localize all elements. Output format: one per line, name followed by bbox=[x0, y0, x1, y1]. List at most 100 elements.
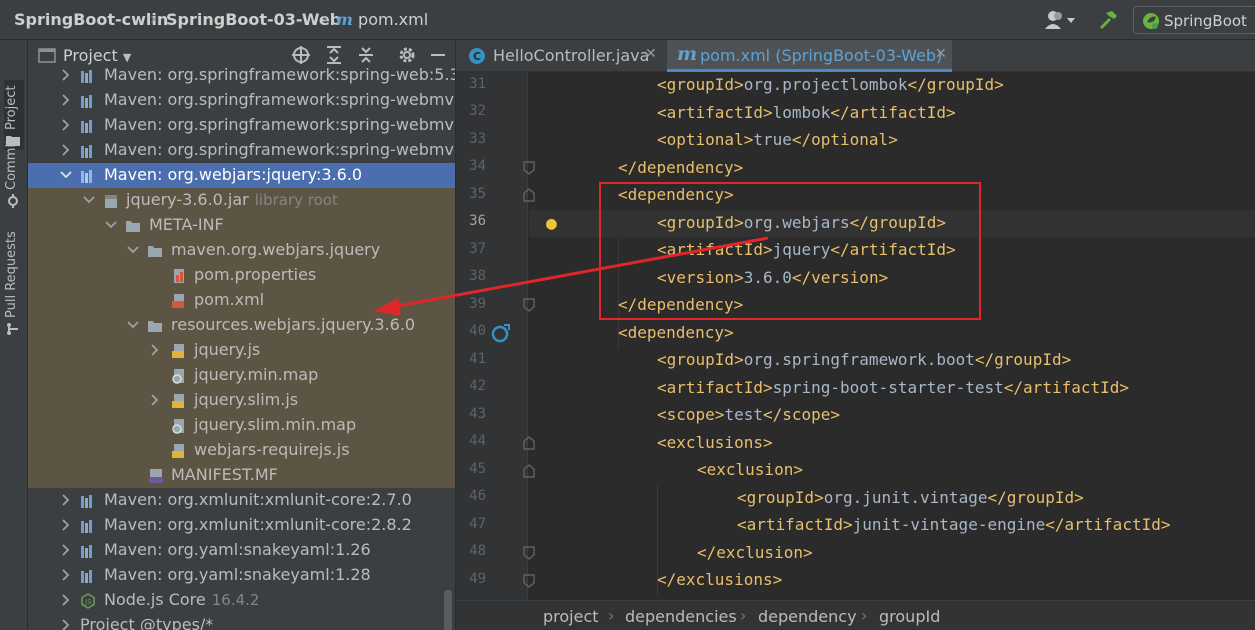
chevron-down-icon[interactable] bbox=[105, 219, 117, 231]
tree-item-folder[interactable]: maven.org.webjars.jquery bbox=[28, 238, 455, 263]
tree-item-label: MANIFEST.MF bbox=[171, 465, 278, 484]
tree-item-file[interactable]: jquery.js bbox=[28, 338, 455, 363]
collapse-all-icon[interactable] bbox=[356, 45, 376, 65]
chevron-right-icon[interactable] bbox=[60, 544, 72, 556]
line-number: 31 bbox=[469, 76, 486, 92]
tree-item-file[interactable]: jquery.min.map bbox=[28, 363, 455, 388]
breadcrumb-module[interactable]: SpringBoot-03-Web bbox=[166, 10, 341, 29]
close-icon[interactable]: ✕ bbox=[645, 46, 657, 62]
chevron-right-icon[interactable] bbox=[60, 569, 72, 581]
tree-item-maven-library[interactable]: Maven: org.springframework:spring-webmvc… bbox=[28, 88, 455, 113]
line-number: 44 bbox=[469, 433, 486, 449]
line-number: 49 bbox=[469, 571, 486, 587]
tree-item-jar[interactable]: jquery-3.6.0.jar library root bbox=[28, 188, 455, 213]
tree-item-label: Maven: org.xmlunit:xmlunit-core:2.8.2 bbox=[104, 515, 412, 534]
commit-tool-tab[interactable]: Commit bbox=[4, 139, 24, 210]
chevron-right-icon[interactable] bbox=[60, 144, 72, 156]
svg-text:C: C bbox=[473, 50, 481, 63]
tree-item-file[interactable]: pom.properties bbox=[28, 263, 455, 288]
map-file-icon bbox=[172, 369, 184, 384]
tree-item-file[interactable]: jquery.slim.min.map bbox=[28, 413, 455, 438]
tree-item-label: Node.js Core 16.4.2 bbox=[104, 590, 259, 609]
tree-item-types[interactable]: Project @types/* bbox=[28, 613, 455, 630]
close-icon[interactable]: ✕ bbox=[935, 46, 947, 62]
tree-item-label: META-INF bbox=[149, 215, 224, 234]
tree-item-jquery-library[interactable]: Maven: org.webjars:jquery:3.6.0 bbox=[28, 163, 455, 188]
tree-item-maven-library[interactable]: Maven: org.yaml:snakeyaml:1.26 bbox=[28, 538, 455, 563]
tree-item-maven-library[interactable]: Maven: org.springframework:spring-web:5.… bbox=[28, 63, 455, 88]
line-number: 36 bbox=[469, 213, 486, 229]
breadcrumb-file[interactable]: m pom.xml bbox=[336, 10, 428, 29]
tree-item-label: Maven: org.springframework:spring-webmvc… bbox=[104, 140, 456, 159]
xml-breadcrumb-item[interactable]: dependency bbox=[758, 607, 857, 626]
chevron-down-icon[interactable] bbox=[83, 194, 95, 206]
line-number: 37 bbox=[469, 241, 486, 257]
nodejs-version: 16.4.2 bbox=[211, 591, 260, 609]
line-number: 45 bbox=[469, 461, 486, 477]
tree-item-file[interactable]: webjars-requirejs.js bbox=[28, 438, 455, 463]
navigation-bar: SpringBoot-cwlin › SpringBoot-03-Web › m… bbox=[0, 0, 1255, 40]
breadcrumb-project[interactable]: SpringBoot-cwlin bbox=[14, 10, 168, 29]
breadcrumb-separator: › bbox=[608, 606, 615, 625]
folder-icon bbox=[148, 246, 162, 257]
user-icon[interactable] bbox=[1043, 9, 1079, 31]
chevron-right-icon[interactable] bbox=[60, 494, 72, 506]
code-line: <groupId>org.projectlombok</groupId> bbox=[657, 75, 1004, 94]
tree-item-nodejs-core[interactable]: JS Node.js Core 16.4.2 bbox=[28, 588, 455, 613]
chevron-right-icon[interactable] bbox=[60, 519, 72, 531]
library-icon bbox=[81, 95, 92, 108]
line-number: 39 bbox=[469, 296, 486, 312]
tree-item-maven-library[interactable]: Maven: org.springframework:spring-webmvc… bbox=[28, 113, 455, 138]
manifest-file-icon bbox=[149, 469, 163, 483]
xml-breadcrumb-item[interactable]: groupId bbox=[879, 607, 940, 626]
tree-item-folder[interactable]: META-INF bbox=[28, 213, 455, 238]
expand-all-icon[interactable] bbox=[324, 45, 344, 65]
chevron-down-icon[interactable] bbox=[127, 244, 139, 256]
xml-breadcrumb-item[interactable]: dependencies bbox=[625, 607, 737, 626]
lightbulb-icon[interactable]: ● bbox=[546, 213, 557, 234]
tree-item-file[interactable]: jquery.slim.js bbox=[28, 388, 455, 413]
hide-panel-icon[interactable] bbox=[428, 45, 448, 65]
tree-item-label: maven.org.webjars.jquery bbox=[171, 240, 381, 259]
editor-area: C HelloController.java ✕ m pom.xml (Spri… bbox=[456, 40, 1255, 630]
chevron-right-icon[interactable] bbox=[60, 119, 72, 131]
chevron-right-icon[interactable] bbox=[149, 394, 161, 406]
tree-item-file[interactable]: MANIFEST.MF bbox=[28, 463, 455, 488]
run-configuration-selector[interactable]: SpringBoot bbox=[1133, 6, 1255, 34]
chevron-right-icon[interactable] bbox=[60, 619, 72, 630]
tree-item-maven-library[interactable]: Maven: org.xmlunit:xmlunit-core:2.7.0 bbox=[28, 488, 455, 513]
maven-file-icon: m bbox=[677, 43, 698, 65]
tree-item-label: jquery.min.map bbox=[194, 365, 319, 384]
navigate-dependency-icon[interactable] bbox=[491, 323, 511, 343]
code-editor[interactable]: <groupId>org.projectlombok</groupId> <ar… bbox=[529, 72, 1255, 600]
project-tool-tab-label: Project bbox=[4, 85, 19, 130]
gear-icon[interactable] bbox=[397, 45, 417, 65]
tab-hello-controller[interactable]: C HelloController.java ✕ bbox=[456, 40, 666, 72]
chevron-right-icon[interactable] bbox=[149, 344, 161, 356]
tree-scrollbar[interactable] bbox=[444, 590, 452, 630]
tree-item-label: Maven: org.yaml:snakeyaml:1.26 bbox=[104, 540, 371, 559]
java-class-icon: C bbox=[469, 48, 485, 64]
library-icon bbox=[81, 70, 92, 83]
xml-breadcrumb-bar: project › dependencies › dependency › gr… bbox=[456, 600, 1255, 630]
tree-item-folder[interactable]: resources.webjars.jquery.3.6.0 bbox=[28, 313, 455, 338]
library-icon bbox=[81, 520, 92, 533]
tree-item-maven-library[interactable]: Maven: org.yaml:snakeyaml:1.28 bbox=[28, 563, 455, 588]
locate-file-icon[interactable] bbox=[291, 45, 311, 65]
tab-pom-xml[interactable]: m pom.xml (SpringBoot-03-Web) ✕ bbox=[667, 40, 952, 72]
build-hammer-icon[interactable] bbox=[1097, 8, 1119, 30]
pull-requests-tool-tab[interactable]: Pull Requests bbox=[4, 230, 24, 340]
tree-item-file[interactable]: pom.xml bbox=[28, 288, 455, 313]
chevron-down-icon[interactable] bbox=[127, 319, 139, 331]
tree-item-maven-library[interactable]: Maven: org.springframework:spring-webmvc… bbox=[28, 138, 456, 163]
tree-item-label: jquery.js bbox=[194, 340, 261, 359]
code-line: <groupId>org.junit.vintage</groupId> bbox=[737, 487, 1084, 507]
xml-breadcrumb-item[interactable]: project bbox=[543, 607, 599, 626]
tree-item-maven-library[interactable]: Maven: org.xmlunit:xmlunit-core:2.8.2 bbox=[28, 513, 455, 538]
chevron-right-icon[interactable] bbox=[60, 594, 72, 606]
chevron-down-icon[interactable] bbox=[60, 169, 72, 181]
line-number: 41 bbox=[469, 351, 486, 367]
code-line: </exclusions> bbox=[657, 570, 783, 589]
chevron-right-icon[interactable] bbox=[60, 94, 72, 106]
chevron-right-icon[interactable] bbox=[60, 69, 72, 81]
